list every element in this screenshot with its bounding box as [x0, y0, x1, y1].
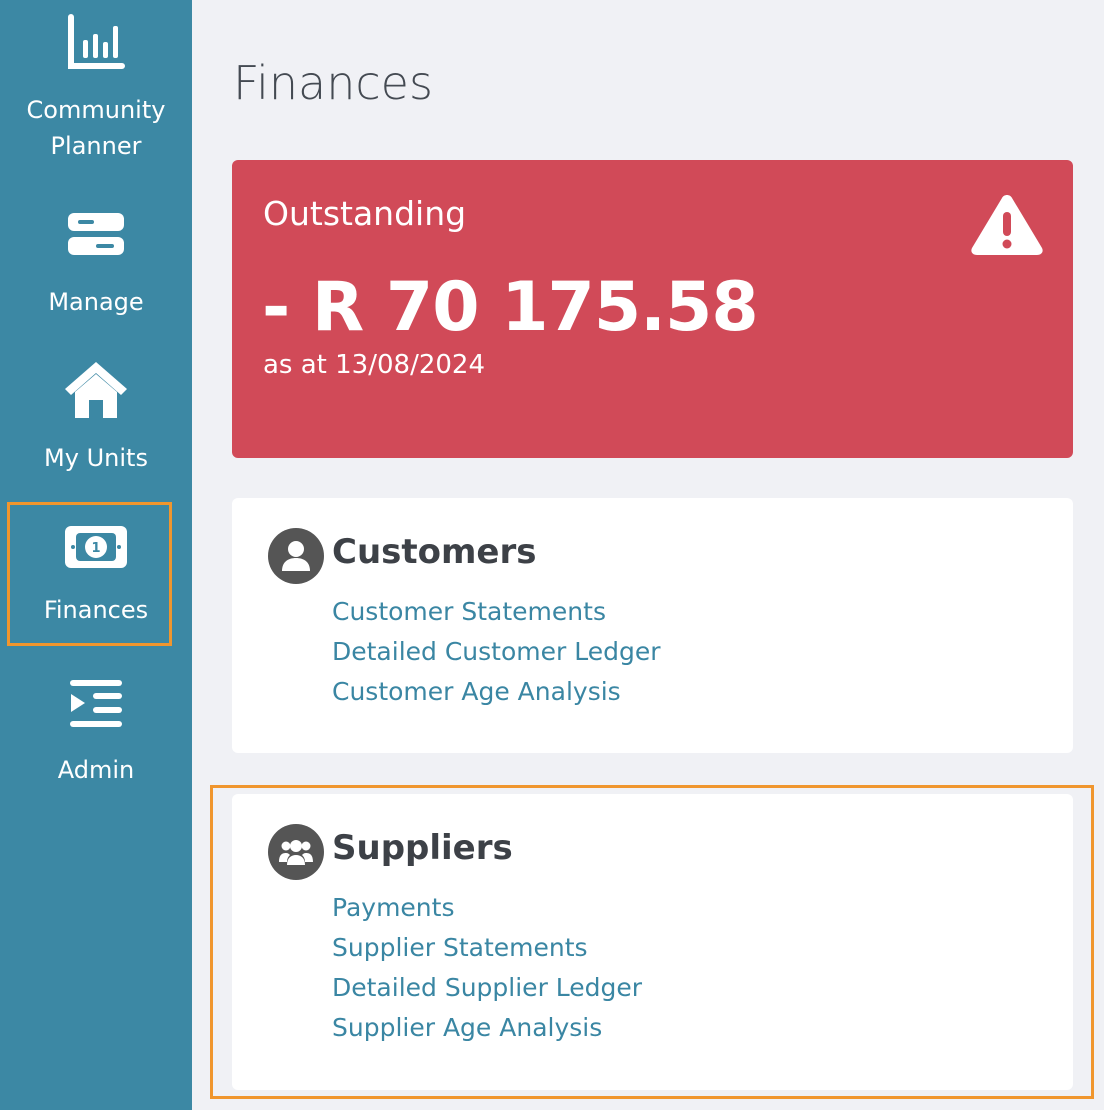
list-item: Customer Age Analysis	[332, 672, 661, 712]
sidebar: Community Planner Manage My Units 1 Fina…	[0, 0, 192, 1110]
suppliers-highlight	[210, 785, 1094, 1099]
sidebar-item-label: Manage	[48, 288, 144, 316]
server-icon	[68, 213, 124, 255]
list-item: Detailed Customer Ledger	[332, 632, 661, 672]
sidebar-item-my-units[interactable]: My Units	[0, 360, 192, 476]
outstanding-card: Outstanding - R 70 175.58 as at 13/08/20…	[232, 160, 1073, 458]
detailed-customer-ledger-link[interactable]: Detailed Customer Ledger	[332, 637, 661, 666]
outstanding-date: as at 13/08/2024	[263, 350, 485, 380]
customers-card: Customers Customer Statements Detailed C…	[232, 498, 1073, 753]
customers-title: Customers	[332, 532, 537, 572]
indent-list-icon	[70, 680, 122, 727]
customers-header: Customers	[268, 528, 537, 584]
bar-chart-icon	[68, 14, 125, 69]
user-icon	[268, 528, 324, 584]
customer-age-analysis-link[interactable]: Customer Age Analysis	[332, 677, 621, 706]
warning-icon	[971, 195, 1043, 255]
sidebar-item-label: Community Planner	[26, 96, 166, 160]
customers-links: Customer Statements Detailed Customer Le…	[332, 592, 661, 712]
active-item-highlight	[7, 502, 172, 646]
sidebar-item-manage[interactable]: Manage	[0, 212, 192, 320]
sidebar-item-label: Admin	[57, 756, 135, 784]
sidebar-item-community-planner[interactable]: Community Planner	[0, 14, 192, 164]
sidebar-item-admin[interactable]: Admin	[0, 678, 192, 788]
list-item: Customer Statements	[332, 592, 661, 632]
outstanding-amount: - R 70 175.58	[262, 268, 759, 347]
customer-statements-link[interactable]: Customer Statements	[332, 597, 606, 626]
outstanding-title: Outstanding	[263, 194, 467, 233]
home-icon	[65, 362, 127, 418]
page-title: Finances	[233, 56, 433, 110]
sidebar-item-label: My Units	[44, 444, 148, 472]
